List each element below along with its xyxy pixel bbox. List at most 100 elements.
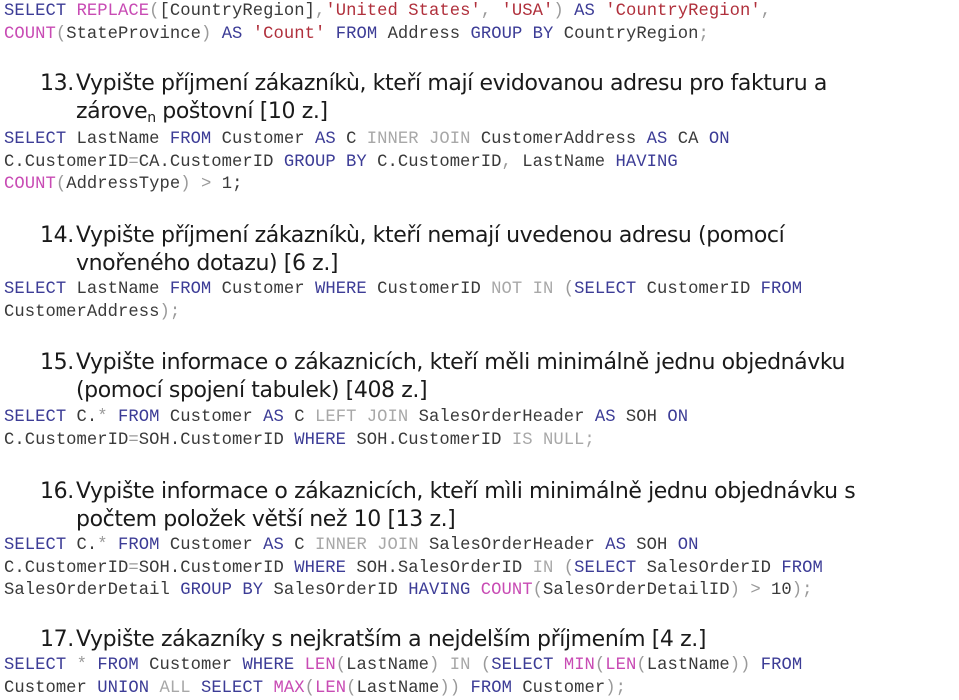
sql-identifier: LastName [346, 656, 430, 675]
sql-gray-keyword: IN [532, 558, 554, 578]
sql-identifier: Customer [4, 678, 98, 698]
sql-function: MAX [273, 678, 305, 698]
sql-identifier: SOH [615, 408, 668, 427]
sql-identifier: CustomerAddress [4, 302, 160, 322]
sql-function: COUNT [4, 175, 56, 194]
sql-identifier: Customer [159, 536, 264, 555]
sql-identifier: LastName [66, 130, 170, 149]
sql-operator: * [97, 536, 108, 555]
sql-function: REPLACE [76, 2, 150, 21]
sql-identifier: SalesOrderHeader [418, 536, 606, 555]
task-number: 13. [40, 71, 74, 96]
code-line: Customer UNION ALL SELECT MAX(LEN(LastNa… [4, 678, 802, 700]
sql-gray-keyword: IN [449, 656, 471, 675]
code-line: C.CustomerID=SOH.CustomerID WHERE SOH.Cu… [4, 430, 688, 453]
sql-operator: ); [159, 302, 181, 322]
sql-operator: ( [55, 175, 67, 194]
sql-keyword: FROM [118, 408, 160, 427]
sql-function: LEN [304, 656, 336, 675]
sql-operator: * [97, 408, 108, 427]
sql-keyword: FROM [760, 656, 803, 675]
sql-identifier: LastName [646, 656, 730, 675]
sql-operator: ) [553, 2, 564, 21]
sql-operator: * [76, 656, 87, 675]
sql-operator: ( [563, 558, 575, 578]
sql-identifier: Address [377, 24, 471, 44]
sql-identifier [211, 25, 221, 44]
sql-operator: ); [605, 678, 626, 698]
sql-keyword: HAVING [615, 152, 678, 172]
sql-gray-keyword: INNER JOIN [366, 130, 471, 149]
sql-operator: ( [636, 656, 647, 675]
sql-keyword: WHERE [314, 280, 367, 299]
sql-identifier: C.CustomerID [366, 152, 502, 172]
sql-keyword: SELECT [4, 130, 67, 149]
sql-keyword: GROUP BY [470, 24, 554, 44]
sql-keyword: SELECT [574, 280, 637, 299]
sql-keyword: FROM [760, 280, 803, 299]
sql-function: MIN [563, 656, 595, 675]
sql-gray-keyword: IS NULL; [511, 430, 595, 450]
sql-identifier: SOH.CustomerID [138, 558, 295, 578]
sql-keyword: SELECT [4, 280, 67, 299]
sql-operator: , [760, 2, 772, 21]
sql-operator: ) [200, 24, 212, 44]
task-14-heading: 14. Vypište příjmení zákazníkù, kteří nem… [40, 222, 940, 277]
sql-keyword: FROM [118, 536, 160, 555]
code-line: COUNT(AddressType) > 1; [4, 174, 730, 197]
sql-operator: ( [480, 656, 492, 675]
sql-identifier: [CountryRegion] [159, 2, 315, 21]
sql-keyword: ON [667, 408, 689, 427]
sql-keyword: FROM [169, 280, 212, 299]
sql-keyword: WHERE [242, 656, 295, 675]
sql-keyword: SELECT [4, 536, 67, 555]
sql-operator: ( [532, 581, 543, 600]
sql-keyword: FROM [97, 656, 139, 675]
sql-identifier [294, 656, 304, 675]
sql-identifier: C [283, 408, 315, 427]
sql-keyword: WHERE [294, 558, 347, 578]
sql-identifier: CA [667, 130, 709, 149]
task-text-line1: Vypište informace o zákaznicích, kteří m… [76, 479, 856, 504]
sql-gray-keyword: ALL [159, 678, 191, 698]
sql-operator: ) [729, 581, 740, 600]
task-15-heading: 15. Vypište informace o zákaznicích, kteř… [40, 349, 940, 404]
sql-operator: ( [594, 656, 606, 675]
sql-keyword: SELECT [491, 656, 554, 675]
sql-identifier: 1 [211, 175, 233, 194]
sql-keyword: AS [646, 130, 668, 149]
sql-operator: ( [346, 678, 357, 698]
task-text-subscript: n [147, 109, 156, 126]
sql-identifier [553, 280, 563, 299]
sql-identifier [750, 656, 760, 675]
task-17-heading: 17. Vypište zákazníky s nejkratším a nejd… [40, 626, 940, 654]
sql-identifier: C [335, 130, 367, 149]
sql-operator: ); [791, 581, 813, 600]
sql-identifier [471, 656, 481, 675]
sql-identifier [263, 679, 273, 698]
sql-keyword: AS [221, 24, 243, 44]
sql-operator: ( [149, 2, 160, 21]
sql-string: 'USA' [501, 2, 554, 21]
sql-identifier [460, 679, 470, 698]
sql-identifier [553, 559, 563, 578]
task-text-line1: Vypište informace o zákaznicích, kteří m… [76, 350, 846, 375]
sql-keyword: FROM [335, 24, 378, 44]
sql-operator: > [750, 581, 761, 600]
sql-identifier: SalesOrderDetail [4, 581, 181, 600]
sql-keyword: FROM [169, 130, 212, 149]
task-text-line1: Vypište zákazníky s nejkratším a nejdelš… [76, 627, 706, 652]
task-15-sql-query: SELECT C.* FROM Customer AS C LEFT JOIN … [4, 407, 688, 452]
sql-identifier: 10 [760, 581, 792, 600]
sql-identifier: LastName [356, 678, 440, 698]
task-text-part: poštovní [10 z.] [155, 98, 328, 124]
code-line: C.CustomerID=CA.CustomerID GROUP BY C.Cu… [4, 152, 730, 175]
code-line: SalesOrderDetail GROUP BY SalesOrderID H… [4, 580, 823, 603]
task-13-heading: 13. Vypište příjmení zákazníkù, kteří maj… [40, 70, 940, 132]
code-line: SELECT REPLACE([CountryRegion],'United S… [4, 1, 771, 24]
sql-identifier [66, 656, 76, 675]
sql-identifier: SalesOrderHeader [408, 408, 595, 427]
sql-identifier: CA.CustomerID [138, 152, 284, 172]
sql-identifier [149, 679, 159, 698]
task-17-sql-query: SELECT * FROM Customer WHERE LEN(LastNam… [4, 655, 802, 700]
